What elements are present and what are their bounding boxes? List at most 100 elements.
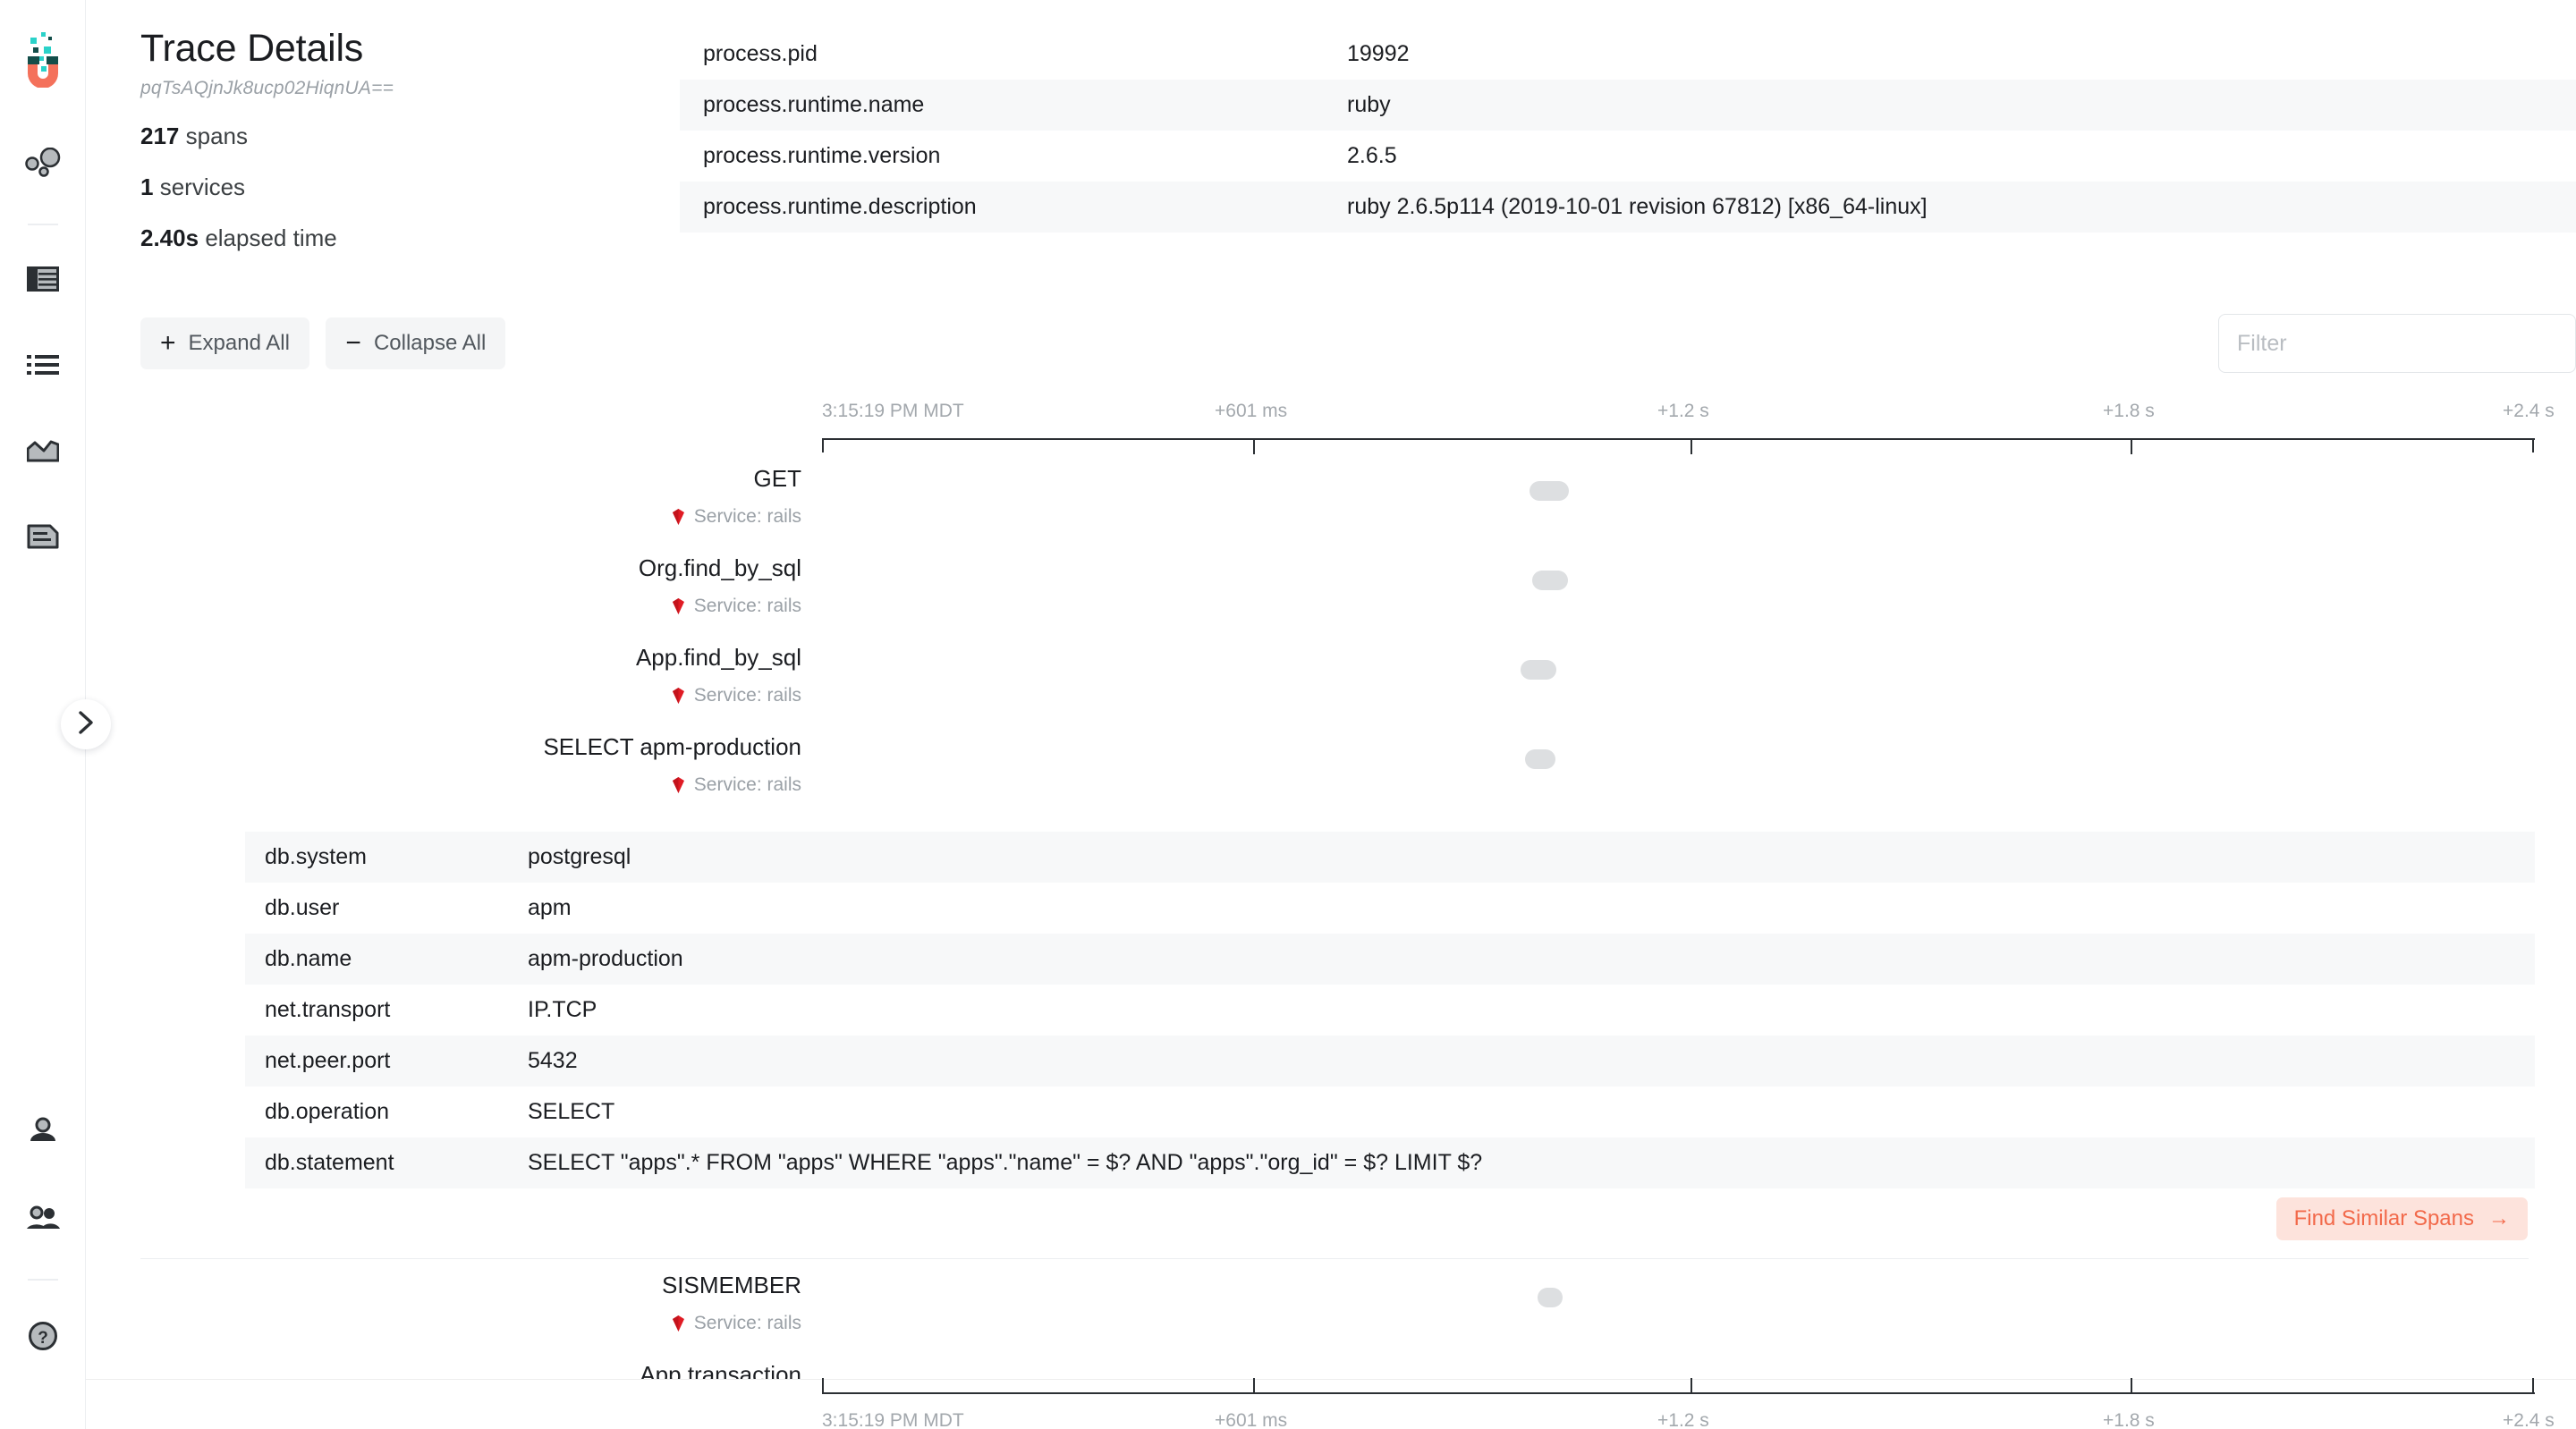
span-attributes-table: db.system postgresql db.user apm db.name…	[245, 832, 2535, 1188]
timeline-toolbar: + Expand All − Collapse All	[140, 314, 2576, 380]
axis-tick	[2131, 1378, 2132, 1394]
span-service: Service: rails	[86, 685, 801, 706]
trace-header: Trace Details pqTsAQjnJk8ucp02HiqnUA== 2…	[86, 0, 2576, 373]
sidebar-item-traces-table[interactable]	[14, 252, 72, 309]
span-row[interactable]: SELECT apm-production Service: rails	[86, 731, 2576, 821]
table-row: process.runtime.description ruby 2.6.5p1…	[680, 182, 2576, 233]
sidebar-divider-bottom	[28, 1279, 58, 1281]
span-name: App.find_by_sql	[635, 644, 801, 671]
timeline-axis-bottom: 3:15:19 PM MDT +601 ms +1.2 s +1.8 s +2.…	[86, 1378, 2576, 1429]
span-service-label: Service: rails	[693, 506, 801, 527]
area-chart-icon	[26, 439, 59, 467]
collapse-all-button[interactable]: − Collapse All	[326, 317, 506, 369]
sidebar-item-account[interactable]	[14, 1103, 72, 1161]
sidebar-nav-bottom: ?	[0, 1103, 86, 1397]
stat-services-label: services	[159, 173, 246, 200]
trace-summary: Trace Details pqTsAQjnJk8ucp02HiqnUA== 2…	[140, 27, 677, 252]
span-service: Service: rails	[86, 596, 801, 617]
axis-tick	[1690, 438, 1692, 454]
sidebar: ?	[0, 0, 111, 1429]
span-bar[interactable]	[1525, 749, 1555, 769]
sidebar-item-services[interactable]	[14, 136, 72, 193]
table-row: net.transport IP.TCP	[245, 985, 2535, 1036]
axis-tick	[822, 1378, 824, 1394]
axis-rule	[822, 1392, 2535, 1394]
span-row[interactable]: GET Service: rails	[86, 463, 2576, 553]
sidebar-nav-top	[14, 136, 72, 596]
stat-elapsed-label: elapsed time	[205, 224, 337, 251]
list-icon	[26, 353, 59, 381]
table-row: db.user apm	[245, 883, 2535, 934]
sidebar-item-list[interactable]	[14, 338, 72, 395]
attr-value: SELECT "apps".* FROM "apps" WHERE "apps"…	[528, 1150, 1483, 1175]
axis-tick-label: +2.4 s	[2503, 401, 2555, 421]
sidebar-item-help[interactable]: ?	[14, 1309, 72, 1366]
attr-key: process.runtime.description	[703, 194, 977, 219]
magnet-logo[interactable]	[19, 27, 67, 89]
span-bar[interactable]	[1530, 481, 1569, 501]
axis-tick-label: +601 ms	[1215, 1410, 1288, 1429]
axis-tick-label: +1.8 s	[2103, 1410, 2155, 1429]
find-similar-row: Find Similar Spans →	[245, 1188, 2535, 1240]
divider	[140, 1258, 2529, 1259]
attr-value: 19992	[1347, 41, 1410, 66]
people-icon	[26, 1205, 60, 1235]
stat-elapsed: 2.40s elapsed time	[140, 224, 677, 252]
minus-icon: −	[345, 328, 361, 358]
axis-tick-label: 3:15:19 PM MDT	[822, 1410, 964, 1429]
attr-value: apm	[528, 895, 572, 920]
attr-key: db.statement	[265, 1150, 394, 1175]
attr-value: IP.TCP	[528, 997, 597, 1022]
table-row: process.pid 19992	[680, 29, 2576, 80]
table-row: db.statement SELECT "apps".* FROM "apps"…	[245, 1137, 2535, 1188]
attr-value: ruby 2.6.5p114 (2019-10-01 revision 6781…	[1347, 194, 1928, 219]
find-similar-spans-button[interactable]: Find Similar Spans →	[2275, 1197, 2528, 1240]
span-bar[interactable]	[1532, 571, 1568, 590]
trace-id: pqTsAQjnJk8ucp02HiqnUA==	[140, 78, 394, 98]
span-service: Service: rails	[86, 1313, 801, 1334]
sidebar-collapse-toggle[interactable]	[61, 699, 111, 749]
span-row[interactable]: App.find_by_sql Service: rails	[86, 642, 2576, 731]
plus-icon: +	[160, 328, 176, 358]
axis-tick-label: +2.4 s	[2503, 1410, 2555, 1429]
attr-value: 5432	[528, 1048, 578, 1073]
span-bar[interactable]	[1538, 1288, 1563, 1307]
ruby-icon	[671, 1315, 686, 1332]
attr-key: db.name	[265, 946, 352, 971]
ruby-icon	[671, 508, 686, 526]
filter-input[interactable]	[2218, 314, 2576, 373]
span-service: Service: rails	[86, 506, 801, 528]
sidebar-item-metrics[interactable]	[14, 424, 72, 481]
span-name: SISMEMBER	[661, 1272, 801, 1298]
attr-value: ruby	[1347, 92, 1391, 117]
chevron-right-icon	[76, 710, 96, 740]
axis-tick	[1690, 1378, 1692, 1394]
help-circle-icon: ?	[28, 1321, 58, 1356]
span-service: Service: rails	[86, 774, 801, 796]
attr-value: postgresql	[528, 844, 631, 869]
attr-key: process.pid	[703, 41, 818, 66]
span-bar[interactable]	[1521, 660, 1556, 680]
attr-value: apm-production	[528, 946, 683, 971]
find-similar-label: Find Similar Spans	[2293, 1206, 2474, 1230]
span-row[interactable]: Org.find_by_sql Service: rails	[86, 553, 2576, 642]
stat-services: 1 services	[140, 173, 677, 201]
span-service-label: Service: rails	[693, 596, 801, 616]
process-attributes-table: process.pid 19992 process.runtime.name r…	[680, 29, 2576, 233]
span-service-label: Service: rails	[693, 685, 801, 706]
sidebar-divider-top	[27, 224, 58, 225]
attr-key: db.operation	[265, 1099, 390, 1124]
arrow-right-icon: →	[2488, 1206, 2510, 1230]
stat-spans-value: 217	[140, 123, 180, 149]
table-row: db.system postgresql	[245, 832, 2535, 883]
sidebar-item-team[interactable]	[14, 1191, 72, 1248]
timeline-axis-top: 3:15:19 PM MDT +601 ms +1.2 s +1.8 s +2.…	[86, 401, 2576, 454]
ruby-icon	[671, 687, 686, 705]
span-service-label: Service: rails	[693, 1313, 801, 1333]
person-icon	[28, 1117, 58, 1148]
expand-all-button[interactable]: + Expand All	[140, 317, 309, 369]
span-row[interactable]: SISMEMBER Service: rails	[86, 1270, 2576, 1359]
sidebar-item-logs[interactable]	[14, 510, 72, 567]
attr-key: process.runtime.version	[703, 143, 941, 168]
axis-tick-label: +1.2 s	[1657, 1410, 1709, 1429]
